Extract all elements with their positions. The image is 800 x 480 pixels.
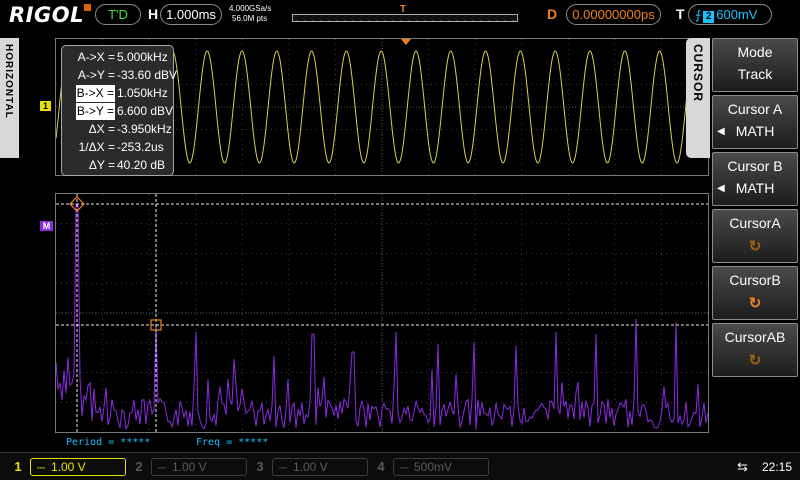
menu-cursor-ab-adjust-title: CursorAB [724, 329, 786, 345]
menu-mode-title: Mode [737, 44, 773, 60]
sample-rate: 4.000GSa/s [229, 4, 272, 13]
memory-depth: 56.0M pts [232, 14, 268, 23]
horizontal-label: H [148, 6, 159, 22]
dc-coupling-icon: ⎓ [279, 463, 287, 474]
run-state-badge[interactable]: T'D [95, 4, 141, 25]
readout-row: B->Y = 6.600 dBV [62, 103, 173, 121]
readout-value: 1.050kHz [117, 86, 168, 100]
readout-value: 5.000kHz [117, 50, 168, 64]
knob-icon: ↻ [748, 295, 762, 312]
channel-1-number: 1 [14, 459, 22, 474]
readout-label: B->X = [75, 85, 115, 102]
channel-2-number: 2 [135, 459, 143, 474]
dc-coupling-icon: ⎓ [37, 463, 45, 474]
readout-row: A->Y = -33.60 dBV [62, 67, 177, 85]
menu-mode[interactable]: Mode Track [712, 38, 798, 92]
channel-3-scale: 1.00 V [292, 460, 328, 474]
menu-cursor-ab-adjust[interactable]: CursorAB ↻ [712, 323, 798, 377]
trigger-source-badge: 2 [703, 11, 715, 23]
channel-1-scale-box: ⎓ 1.00 V [30, 458, 126, 476]
readout-row: ΔX = -3.950kHz [62, 121, 173, 139]
menu-cursor-b-title: Cursor B [727, 158, 783, 174]
frequency-measurement: Freq = ***** [196, 437, 269, 448]
channel-4-scale-box: ⎓ 500mV [393, 458, 489, 476]
trigger-level: 600mV [716, 7, 758, 22]
knob-icon: ↻ [748, 352, 762, 369]
horizontal-menu-tab[interactable]: HORIZONTAL [0, 38, 19, 158]
menu-cursor-a-value: MATH [735, 123, 775, 139]
menu-cursor-b-source[interactable]: Cursor B ◀ MATH [712, 152, 798, 206]
readout-row: A->X = 5.000kHz [62, 49, 173, 67]
menu-cursor-b-value: MATH [735, 180, 775, 196]
fft-svg [56, 194, 708, 432]
brand-logo-mark [84, 4, 91, 11]
fft-display[interactable] [55, 193, 709, 433]
menu-cursor-a-source[interactable]: Cursor A ◀ MATH [712, 95, 798, 149]
readout-label: A->X = [77, 50, 115, 64]
channel-3-scale-box: ⎓ 1.00 V [272, 458, 368, 476]
readout-label: 1/ΔX = [78, 140, 115, 154]
delay-readout[interactable]: 0.00000000ps [566, 4, 661, 25]
channel-4-scale: 500mV [413, 460, 453, 474]
readout-label: ΔY = [88, 158, 115, 172]
dc-coupling-icon: ⎓ [158, 463, 166, 474]
memory-position-bar[interactable]: T [290, 4, 525, 26]
channel-3-number: 3 [256, 459, 264, 474]
channel-1-scale: 1.00 V [50, 460, 86, 474]
readout-value: 40.20 dB [117, 158, 166, 172]
readout-label: A->Y = [77, 68, 115, 82]
readout-row: B->X = 1.050kHz [62, 85, 173, 103]
delay-label: D [547, 6, 558, 22]
cursor-tab-label: CURSOR [691, 44, 705, 103]
top-status-bar: RIGOL T'D H 1.000ms 4.000GSa/s 56.0M pts… [0, 0, 800, 33]
channel-2-scale: 1.00 V [171, 460, 207, 474]
horizontal-tab-label: HORIZONTAL [3, 44, 14, 119]
timebase-readout[interactable]: 1.000ms [160, 4, 222, 25]
readout-value: -253.2us [117, 140, 164, 154]
memory-waveform-overview [292, 14, 518, 22]
menu-mode-value: Track [737, 66, 773, 82]
cursor-menu-tab[interactable]: CURSOR [686, 38, 710, 158]
readout-label: B->Y = [75, 103, 115, 120]
readout-value: -3.950kHz [117, 122, 172, 136]
channel-4-number: 4 [377, 459, 385, 474]
brand-logo: RIGOL [9, 3, 84, 27]
usb-icon: ⇆ [737, 459, 748, 474]
grid-lines [56, 194, 708, 432]
system-clock: 22:15 [762, 460, 793, 474]
channel1-offset-marker[interactable]: 1 [40, 101, 51, 111]
readout-label: ΔX = [88, 122, 115, 136]
dc-coupling-icon: ⎓ [400, 463, 408, 474]
trigger-position-icon [401, 39, 411, 45]
channel-status-bar: 1 ⎓ 1.00 V 2 ⎓ 1.00 V 3 ⎓ 1.00 V 4 ⎓ 500mV ⇆… [0, 452, 800, 480]
menu-cursor-b-adjust[interactable]: CursorB ↻ [712, 266, 798, 320]
readout-value: 6.600 dBV [117, 104, 174, 118]
readout-row: 1/ΔX = -253.2us [62, 139, 173, 157]
acquisition-info: 4.000GSa/s 56.0M pts [229, 4, 271, 24]
period-measurement: Period = ***** [66, 437, 151, 448]
readout-row: ΔY = 40.20 dB [62, 157, 173, 175]
memory-overview-waveform [296, 20, 514, 21]
rising-edge-icon: ⨍ [695, 8, 702, 22]
menu-cursor-a-title: Cursor A [727, 101, 783, 117]
readout-value: -33.60 dBV [117, 68, 178, 82]
trigger-readout[interactable]: ⨍ 2 600mV [688, 4, 772, 25]
menu-cursor-a-adjust-title: CursorA [729, 215, 781, 231]
menu-cursor-a-adjust[interactable]: CursorA ↻ [712, 209, 798, 263]
channel-2-scale-box: ⎓ 1.00 V [151, 458, 247, 476]
cursor-readout-panel: A->X = 5.000kHz A->Y = -33.60 dBV B->X = 1.05… [61, 45, 177, 176]
knob-icon: ↻ [748, 238, 762, 255]
trigger-label: T [676, 6, 685, 22]
menu-cursor-b-adjust-title: CursorB [729, 272, 781, 288]
math-offset-marker[interactable]: M [40, 221, 53, 231]
